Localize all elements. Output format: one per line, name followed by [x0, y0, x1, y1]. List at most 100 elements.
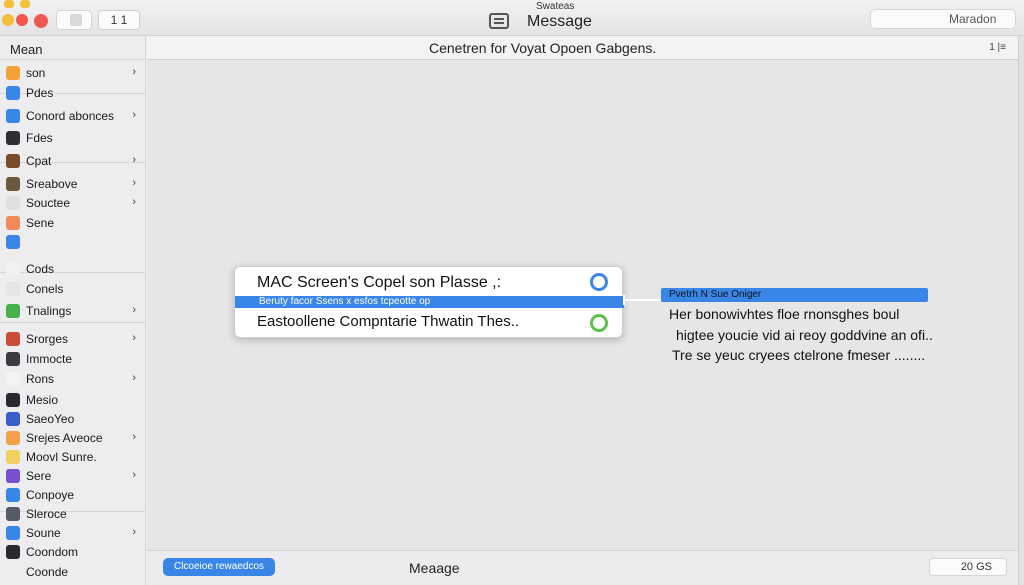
sidebar-item[interactable]: Immocte: [0, 349, 146, 369]
folder-icon: [6, 131, 20, 145]
divider: [0, 59, 146, 60]
window-zoom-icon[interactable]: [20, 0, 30, 8]
dialog-panel: MAC Screen's Copel son Plasse ,: Beruty …: [234, 266, 624, 338]
sidebar-item-label: Pdes: [26, 86, 54, 100]
sidebar-item-label: Fdes: [26, 131, 53, 145]
scrollbar[interactable]: [1018, 36, 1024, 585]
search-input[interactable]: Maradon: [870, 9, 1016, 29]
sidebar-item[interactable]: Conels: [0, 279, 146, 299]
dialog-selected-text: Beruty facor Ssens x esfos tcpeotte op: [259, 296, 431, 307]
blank-icon: [6, 565, 20, 579]
sidebar-item[interactable]: Srejes Aveoce ›: [0, 428, 146, 448]
trash-icon: [6, 393, 20, 407]
sidebar-item[interactable]: Conpoye: [0, 485, 146, 505]
chevron-right-icon[interactable]: ›: [132, 526, 136, 538]
tag-icon: [6, 216, 20, 230]
app-window: 1 1 Swateas Message Maradon Mean son › Pde…: [0, 0, 1024, 585]
sidebar-item[interactable]: Srorges ›: [0, 329, 146, 349]
sidebar-item-label: Sere: [26, 469, 52, 483]
radio-blue-icon[interactable]: [590, 273, 608, 291]
sidebar-item-label: Sreabove: [26, 177, 78, 191]
sidebar-item[interactable]: Cpat ›: [0, 151, 146, 171]
sidebar-item-label: Conord abonces: [26, 109, 115, 123]
bottom-bar: Clcoeioe rewaedcos Meaage 20 GS: [147, 550, 1018, 585]
connector-line: [623, 299, 661, 301]
sidebar-item[interactable]: Tnalings ›: [0, 301, 146, 321]
phone-dark-icon: [6, 545, 20, 559]
sidebar-item[interactable]: son ›: [0, 63, 146, 83]
dialog-selected-row[interactable]: Beruty facor Ssens x esfos tcpeotte op: [235, 296, 624, 308]
pager-control[interactable]: 1 1: [98, 10, 140, 30]
sidebar-item-label: Cpat: [26, 154, 52, 168]
blank-icon: [6, 372, 20, 386]
sidebar-item[interactable]: Soune ›: [0, 523, 146, 543]
chevron-right-icon[interactable]: ›: [132, 66, 136, 78]
sidebar-item-label: Conpoye: [26, 488, 75, 502]
sidebar-item[interactable]: SaeoYeo: [0, 409, 146, 429]
info-line-2: higtee youcie vid ai reoy goddvine an of…: [676, 327, 933, 343]
sidebar-item[interactable]: Fdes: [0, 128, 146, 148]
sidebar-item-label: Tnalings: [26, 304, 72, 318]
window-minimize-icon[interactable]: [4, 0, 14, 8]
gear-icon: [6, 109, 20, 123]
sidebar-item[interactable]: Moovl Sunre.: [0, 447, 146, 467]
sidebar-item-label: Mesio: [26, 393, 59, 407]
chevron-right-icon[interactable]: ›: [132, 332, 136, 344]
sidebar-item[interactable]: Rons ›: [0, 369, 146, 389]
sun-icon: [6, 66, 20, 80]
list-options-icon[interactable]: 1 |≡: [989, 42, 1006, 53]
window-icon: [6, 352, 20, 366]
blank-icon: [6, 282, 20, 296]
chevron-right-icon[interactable]: ›: [132, 431, 136, 443]
sidebar-item[interactable]: Cods: [0, 259, 146, 279]
note-icon: [6, 262, 20, 276]
bottom-title: Meaage: [409, 560, 460, 576]
blank-icon: [6, 450, 20, 464]
chevron-right-icon[interactable]: ›: [132, 469, 136, 481]
sidebar-item-label: son: [26, 66, 46, 80]
chevron-right-icon[interactable]: ›: [132, 304, 136, 316]
sidebar-item[interactable]: Sreabove ›: [0, 174, 146, 194]
message-app-icon: [489, 13, 509, 29]
sidebar-item[interactable]: Pdes: [0, 83, 146, 103]
sidebar-item[interactable]: Mesio: [0, 390, 146, 410]
grid-icon: [6, 431, 20, 445]
sidebar-item-label: Souctee: [26, 196, 71, 210]
sidebar-item[interactable]: Coondom: [0, 542, 146, 562]
window-yellow-button[interactable]: [2, 14, 14, 26]
dialog-row[interactable]: Eastoollene Compntarie Thwatin Thes..: [257, 313, 519, 330]
sidebar-item[interactable]: Conord abonces ›: [0, 106, 146, 126]
chevron-right-icon[interactable]: ›: [132, 154, 136, 166]
sidebar-item-label: Sleroce: [26, 507, 67, 521]
chevron-right-icon[interactable]: ›: [132, 372, 136, 384]
bottom-action-button[interactable]: Clcoeioe rewaedcos: [163, 558, 275, 576]
title-bar: 1 1 Swateas Message Maradon: [0, 0, 1024, 36]
chevron-right-icon[interactable]: ›: [132, 109, 136, 121]
radio-green-icon[interactable]: [590, 314, 608, 332]
refresh-icon: [6, 304, 20, 318]
chevron-right-icon[interactable]: ›: [132, 196, 136, 208]
sidebar-divider: [0, 322, 146, 323]
box-icon: [6, 154, 20, 168]
sidebar-item[interactable]: Coonde: [0, 562, 146, 582]
sidebar-item-label: Conels: [26, 282, 64, 296]
sidebar-item[interactable]: [0, 232, 146, 252]
camera-icon: [6, 507, 20, 521]
sidebar-item-label: Srejes Aveoce: [26, 431, 103, 445]
sliders-icon: [6, 332, 20, 346]
sidebar-item[interactable]: Sleroce: [0, 504, 146, 524]
chevron-right-icon[interactable]: ›: [132, 177, 136, 189]
dialog-title: MAC Screen's Copel son Plasse ,:: [257, 274, 502, 291]
window-subtitle: Swateas: [536, 1, 575, 12]
sidebar-item[interactable]: Souctee ›: [0, 193, 146, 213]
sidebar-item-label: Srorges: [26, 332, 69, 346]
window-red-button[interactable]: [34, 14, 48, 28]
globe-icon: [6, 488, 20, 502]
sidebar-item-label: Rons: [26, 372, 55, 386]
sidebar-item[interactable]: Sere ›: [0, 466, 146, 486]
window-close-button[interactable]: [16, 14, 28, 26]
bottom-counter[interactable]: 20 GS: [929, 558, 1007, 576]
sidebar-header: Mean: [10, 42, 43, 57]
sidebar-item[interactable]: Sene: [0, 213, 146, 233]
phone-icon: [6, 235, 20, 249]
